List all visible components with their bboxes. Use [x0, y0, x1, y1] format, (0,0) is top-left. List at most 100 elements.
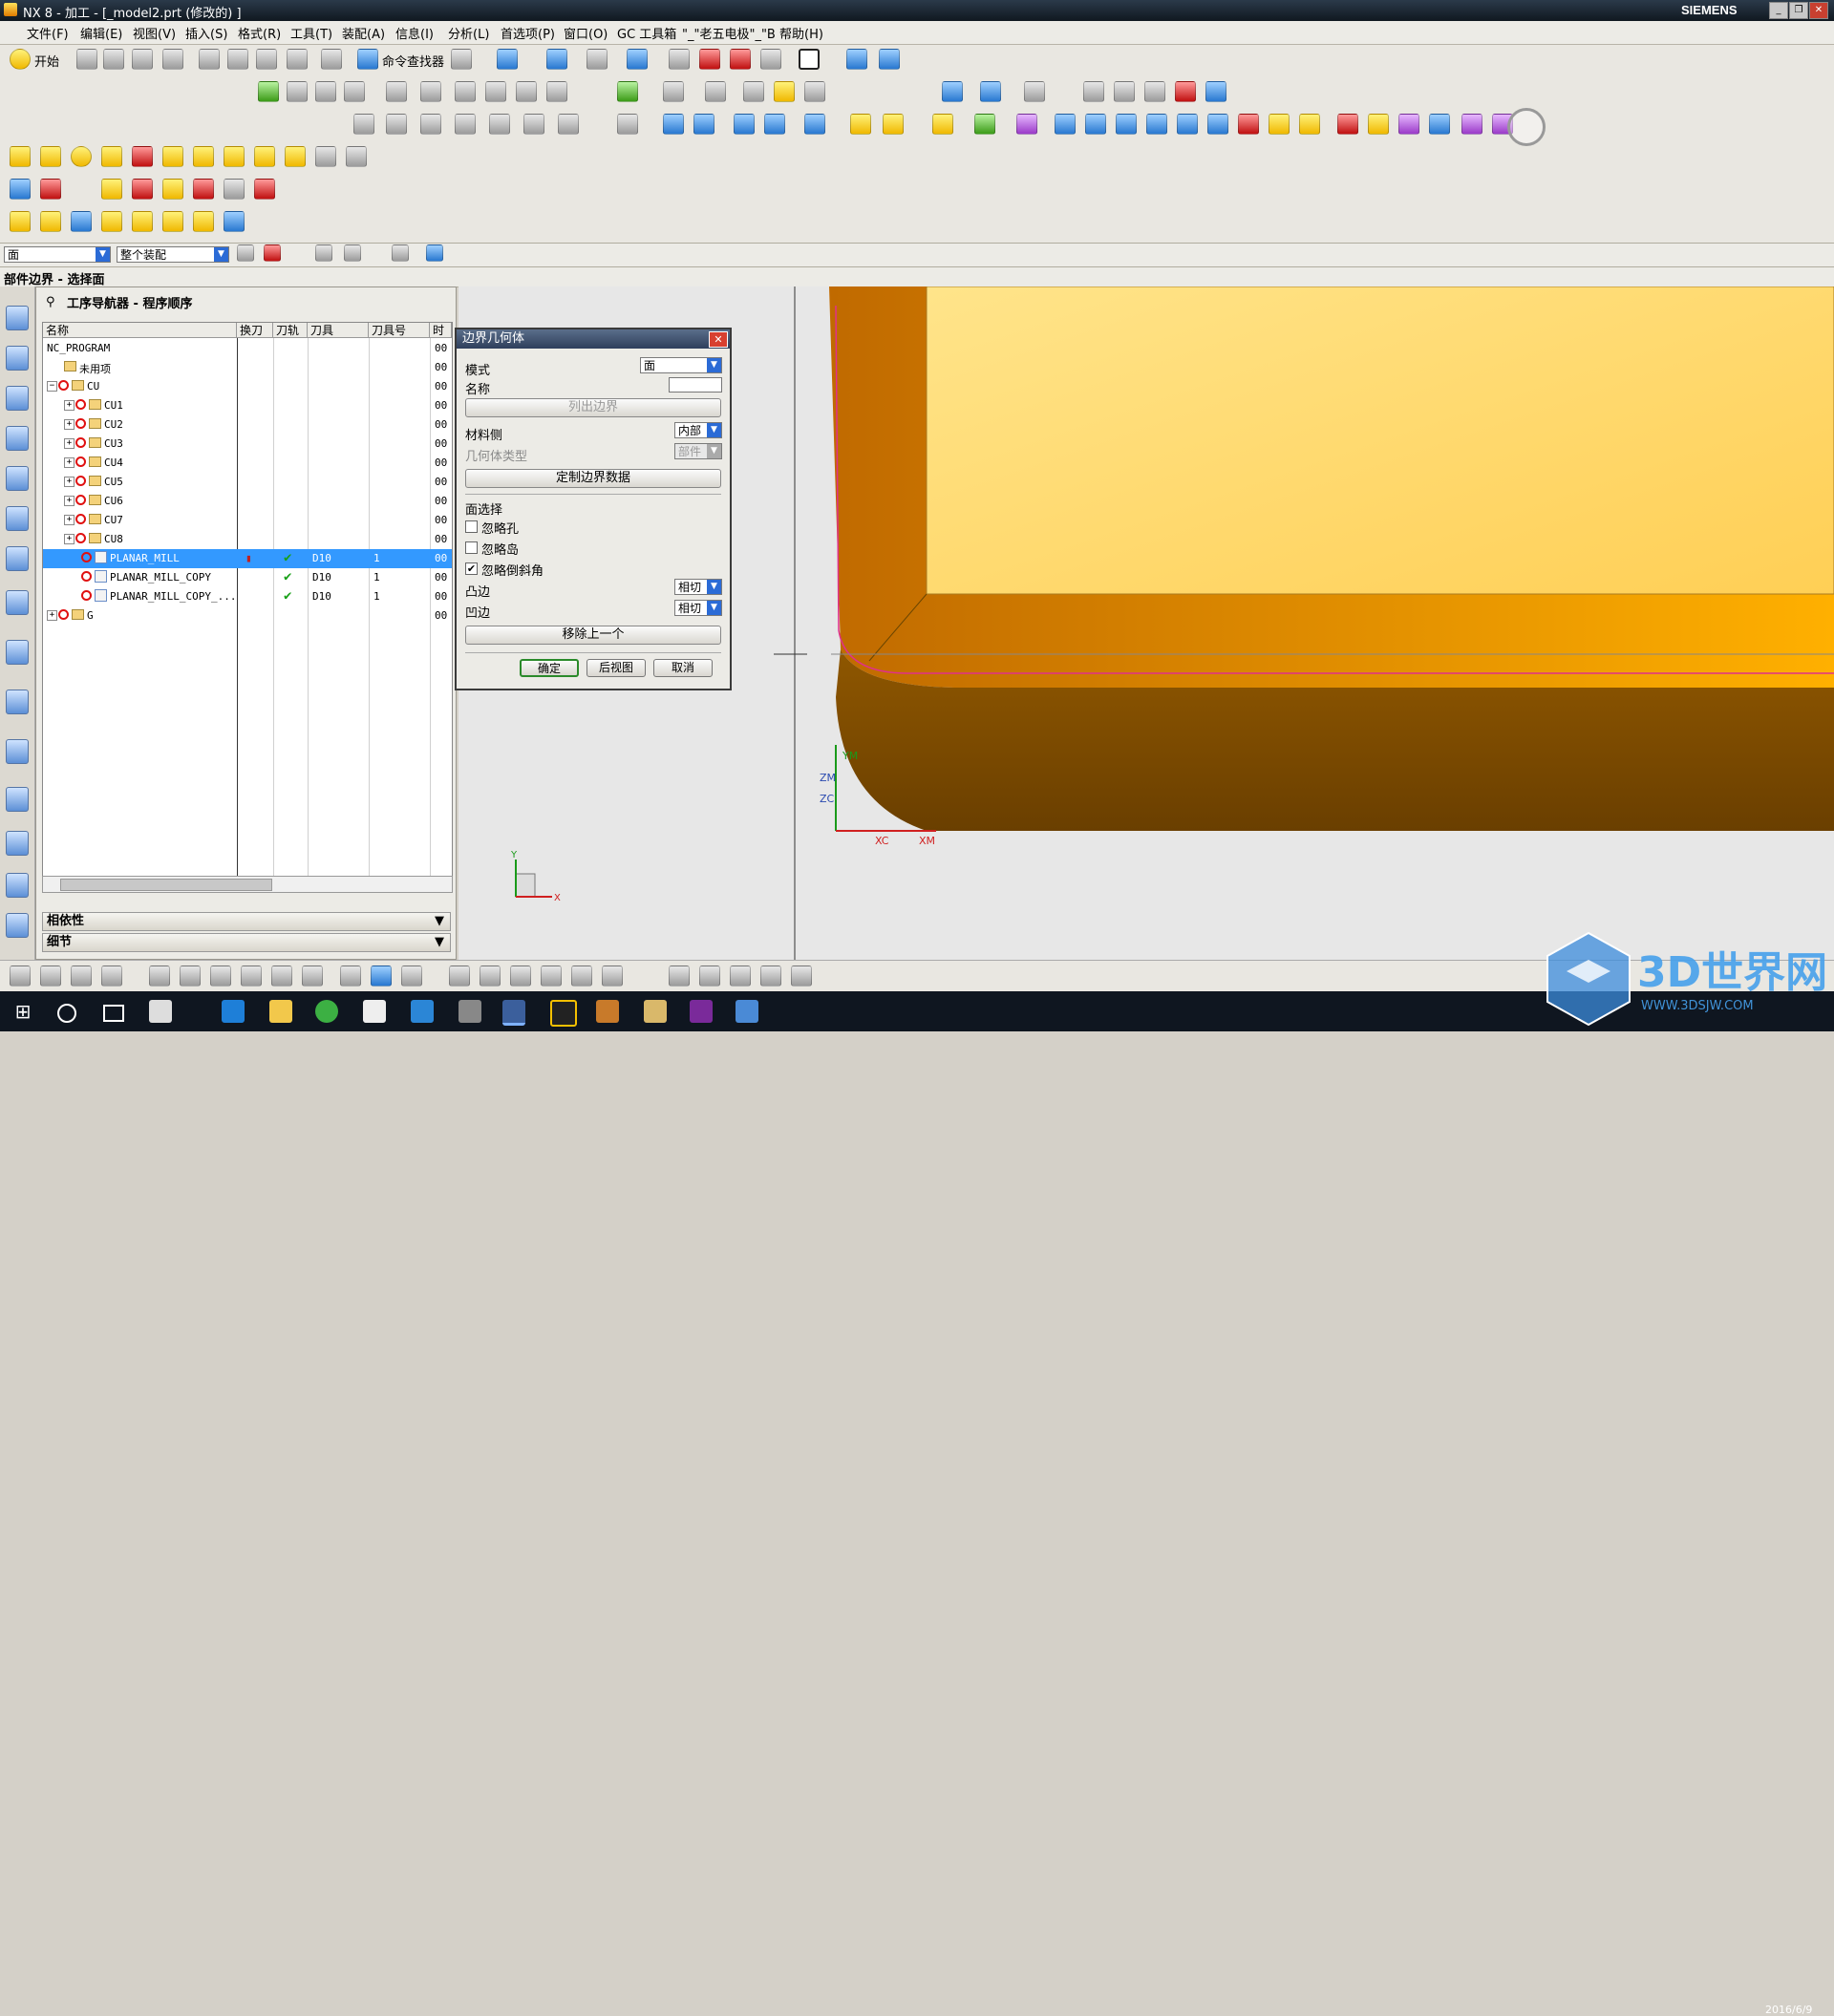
create-method-icon[interactable] [101, 966, 122, 987]
select-all-icon[interactable] [264, 244, 281, 262]
menu-gc-toolbox[interactable]: GC 工具箱 [617, 24, 676, 42]
pencil-icon[interactable] [346, 146, 367, 167]
method-view-icon[interactable] [271, 966, 292, 987]
undo-icon[interactable] [321, 49, 342, 70]
table-row[interactable]: PLANAR_MILL_COPY ✔ D10 1 00 [43, 568, 452, 587]
expand-toggle-icon[interactable]: + [64, 496, 75, 506]
rotate-icon[interactable] [734, 114, 755, 135]
open-file-icon[interactable] [103, 49, 124, 70]
pan-icon[interactable] [764, 114, 785, 135]
process-studio-icon[interactable] [6, 831, 29, 856]
fit-icon[interactable] [546, 49, 567, 70]
table-row[interactable]: + CU1 00 [43, 396, 452, 415]
expand-toggle-icon[interactable]: + [64, 515, 75, 525]
material-side-select[interactable]: 内部 ▼ [674, 422, 722, 438]
list-path-icon[interactable] [315, 81, 336, 102]
table-row[interactable]: − CU 00 [43, 377, 452, 396]
link-icon[interactable] [1085, 114, 1106, 135]
color-icon[interactable] [974, 114, 995, 135]
bottom-shop-icon[interactable] [669, 966, 690, 987]
path-delete-icon[interactable] [617, 114, 638, 135]
col-header-time[interactable]: 时 [430, 323, 452, 338]
web-browser-icon[interactable] [6, 590, 29, 615]
sheet-icon[interactable] [1337, 114, 1358, 135]
copy-op-icon[interactable] [546, 81, 567, 102]
bottom-info-icon[interactable] [371, 966, 392, 987]
app-icon-1[interactable] [149, 1000, 172, 1023]
details-panel[interactable]: 细节 ▼ [42, 933, 451, 952]
glasses-icon[interactable] [224, 146, 245, 167]
hide-icon[interactable] [1144, 81, 1165, 102]
flag-icon[interactable] [1175, 81, 1196, 102]
part-nav-icon[interactable] [6, 386, 29, 411]
expand-toggle-icon[interactable]: + [64, 438, 75, 449]
ignore-holes-checkbox[interactable] [465, 520, 478, 533]
mode-select[interactable]: 面 ▼ [640, 357, 722, 373]
table-row[interactable]: + CU2 00 [43, 415, 452, 435]
bounds-icon[interactable] [1146, 114, 1167, 135]
background-icon[interactable] [799, 49, 820, 70]
touch-mode-icon[interactable] [451, 49, 472, 70]
magnifier-icon[interactable] [1507, 108, 1546, 146]
point-icon[interactable] [663, 81, 684, 102]
cut-icon[interactable] [199, 49, 220, 70]
tool-icon[interactable] [254, 146, 275, 167]
scope-select[interactable]: 整个装配 ▼ [117, 246, 229, 263]
start-button[interactable]: 开始 [34, 52, 59, 70]
feature-icon[interactable] [743, 81, 764, 102]
save-icon[interactable] [132, 49, 153, 70]
browser-icon[interactable] [315, 1000, 338, 1023]
hd3d-tools-icon[interactable] [6, 546, 29, 571]
edge-icon[interactable] [222, 1000, 245, 1023]
list-boundary-button[interactable]: 列出边界 [465, 398, 721, 417]
sphere-icon[interactable] [669, 49, 690, 70]
bottom-object-icon[interactable] [401, 966, 422, 987]
intent-icon[interactable] [344, 244, 361, 262]
bottom-tool-icon[interactable] [302, 966, 323, 987]
menu-insert[interactable]: 插入(S) [185, 24, 227, 42]
bottom-path4-icon[interactable] [541, 966, 562, 987]
expand-toggle-icon[interactable]: + [64, 400, 75, 411]
app-icon-2[interactable] [458, 1000, 481, 1023]
table-row[interactable]: + CU7 00 [43, 511, 452, 530]
app-icon-4[interactable] [644, 1000, 667, 1023]
snap-point-icon[interactable] [237, 244, 254, 262]
col-header-tool[interactable]: 刀具 [308, 323, 369, 338]
nx-taskbar-icon[interactable] [502, 1000, 525, 1026]
rect-select-icon[interactable] [392, 244, 409, 262]
remove-icon[interactable] [254, 179, 275, 200]
printer-icon[interactable] [224, 179, 245, 200]
onenote-icon[interactable] [690, 1000, 713, 1023]
op-icon-1[interactable] [10, 146, 31, 167]
ignore-islands-checkbox[interactable] [465, 541, 478, 554]
text-icon[interactable] [1429, 114, 1450, 135]
path-edit-icon[interactable] [353, 114, 374, 135]
lasso-icon[interactable] [315, 244, 332, 262]
dependencies-panel[interactable]: 相依性 ▼ [42, 912, 451, 931]
move-layer-icon[interactable] [1114, 81, 1135, 102]
expand-toggle-icon[interactable]: + [64, 457, 75, 468]
tool-view-icon[interactable] [210, 966, 231, 987]
path-split-icon[interactable] [386, 114, 407, 135]
cup-icon[interactable] [193, 211, 214, 232]
col-header-path[interactable]: 刀轨 [273, 323, 308, 338]
doc-icon[interactable] [285, 146, 306, 167]
section-icon[interactable] [760, 49, 781, 70]
bottom-shop5-icon[interactable] [791, 966, 812, 987]
history-icon[interactable] [6, 640, 29, 665]
table-row[interactable]: + CU6 00 [43, 492, 452, 511]
path-transform-icon[interactable] [420, 114, 441, 135]
shop-doc-icon[interactable] [420, 81, 441, 102]
menu-edit[interactable]: 编辑(E) [80, 24, 122, 42]
start-icon[interactable] [10, 49, 31, 70]
ruler-icon[interactable] [883, 114, 904, 135]
copy-icon[interactable] [227, 49, 248, 70]
name-field[interactable] [669, 377, 722, 393]
stack-icon[interactable] [1299, 114, 1320, 135]
gauge-icon[interactable] [774, 81, 795, 102]
cube-icon[interactable] [730, 49, 751, 70]
windows-start-icon[interactable]: ⊞ [11, 1000, 34, 1023]
system-materials-icon[interactable] [6, 739, 29, 764]
create-op-icon[interactable] [149, 966, 170, 987]
path-trim-icon[interactable] [489, 114, 510, 135]
